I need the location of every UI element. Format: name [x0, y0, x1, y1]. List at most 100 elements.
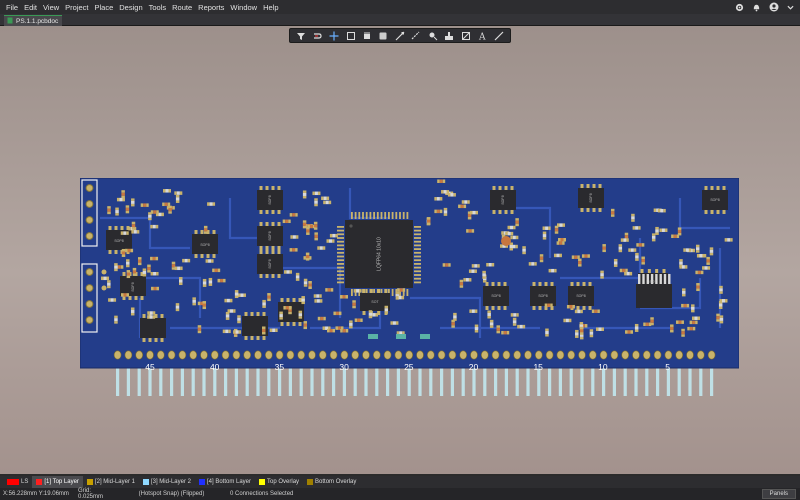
- selection-status: 0 Connections Selected: [230, 491, 294, 497]
- layer-tab-4[interactable]: [3] Mid-Layer 2: [139, 476, 195, 488]
- qfp-pin: [388, 212, 390, 219]
- via-icon[interactable]: [411, 30, 422, 41]
- component-body: [202, 281, 207, 285]
- component-body: [696, 285, 700, 289]
- component-pad: [113, 298, 117, 302]
- document-tab-bar: PS.1.1.pcbdoc: [0, 14, 800, 26]
- layer-tab-3[interactable]: [2] Mid-Layer 1: [83, 476, 139, 488]
- component-body: [635, 255, 639, 259]
- passive-component: [539, 254, 544, 263]
- component-body: [267, 295, 271, 299]
- component-icon[interactable]: [362, 30, 373, 41]
- menu-item-file[interactable]: File: [3, 3, 21, 12]
- passive-component: [282, 219, 291, 224]
- rectangle-select-icon[interactable]: [345, 30, 356, 41]
- component-pad: [482, 270, 486, 274]
- crosshair-icon[interactable]: [329, 30, 340, 41]
- component-pad: [620, 238, 624, 242]
- gear-icon[interactable]: [734, 2, 745, 13]
- component-pad: [131, 221, 136, 225]
- chip-pin: [586, 184, 590, 188]
- component-body: [240, 293, 244, 297]
- layer-tab-1[interactable]: LS: [3, 476, 32, 488]
- edge-pad: [189, 350, 197, 360]
- status-bar: X:56.228mm Y:19.06mm Grid: 0.025mm (Hots…: [0, 488, 800, 500]
- component-body: [464, 200, 468, 204]
- component-body: [127, 248, 131, 253]
- layer-tab-2[interactable]: [1] Top Layer: [32, 476, 83, 488]
- component-pad: [106, 276, 110, 281]
- region-icon[interactable]: [378, 30, 389, 41]
- copper-icon[interactable]: [444, 30, 455, 41]
- chip-pin: [598, 208, 602, 212]
- component-body: [622, 268, 626, 273]
- component-pad: [550, 303, 553, 308]
- layer-tab-6[interactable]: Top Overlay: [255, 476, 303, 488]
- component-body: [226, 298, 230, 303]
- menu-item-tools[interactable]: Tools: [146, 3, 170, 12]
- component-pad: [314, 237, 318, 241]
- chip-pin: [722, 210, 726, 214]
- component-body: [342, 295, 346, 299]
- component-pad: [126, 293, 129, 297]
- component-pad: [706, 256, 710, 260]
- chip-pin: [538, 282, 542, 286]
- layer-tab-7[interactable]: Bottom Overlay: [303, 476, 360, 488]
- passive-component: [237, 315, 241, 324]
- component-pad: [302, 225, 307, 229]
- passive-component: [628, 248, 637, 252]
- chip-pin: [250, 336, 254, 340]
- menu-item-design[interactable]: Design: [116, 3, 145, 12]
- chevron-down-icon[interactable]: [785, 2, 796, 13]
- edge-pad: [426, 350, 435, 360]
- component-body: [522, 248, 526, 252]
- menu-item-project[interactable]: Project: [62, 3, 91, 12]
- component-pad: [275, 328, 278, 333]
- component-pad: [641, 243, 645, 247]
- passive-component: [179, 277, 183, 286]
- component-pad: [572, 304, 575, 309]
- component-body: [164, 202, 168, 207]
- layer-tab-5[interactable]: [4] Bottom Layer: [195, 476, 255, 488]
- bell-icon[interactable]: [751, 2, 762, 13]
- passive-component: [107, 206, 111, 215]
- component-body: [472, 210, 476, 215]
- passive-component: [434, 209, 443, 214]
- menu-item-place[interactable]: Place: [92, 3, 117, 12]
- passive-component: [308, 281, 312, 290]
- polygon-icon[interactable]: [460, 30, 471, 41]
- menu-item-view[interactable]: View: [40, 3, 62, 12]
- filter-icon[interactable]: [296, 30, 307, 41]
- component-pad: [335, 326, 338, 330]
- component-pad: [545, 334, 549, 337]
- chip-pin: [194, 230, 198, 234]
- menu-item-window[interactable]: Window: [227, 3, 260, 12]
- edge-pad: [642, 350, 651, 360]
- user-icon[interactable]: [768, 2, 779, 13]
- pcb-board[interactable]: 45 40 35 30 25 20 15 10 5 LQFP64 10x10 SOP8 SOP8 SOP…: [80, 178, 739, 396]
- text-icon[interactable]: A: [477, 30, 488, 41]
- route-icon[interactable]: [312, 30, 323, 41]
- menu-item-reports[interactable]: Reports: [195, 3, 227, 12]
- component-pad: [633, 248, 637, 252]
- menu-item-route[interactable]: Route: [169, 3, 195, 12]
- interactive-route-icon[interactable]: [394, 30, 405, 41]
- component-pad: [212, 268, 215, 273]
- component-body: [482, 273, 486, 277]
- component-pad: [390, 321, 393, 325]
- line-icon[interactable]: [493, 30, 504, 41]
- document-tab[interactable]: PS.1.1.pcbdoc: [4, 15, 63, 26]
- pad-icon[interactable]: [427, 30, 438, 41]
- chip-pin: [200, 230, 204, 234]
- menu-item-help[interactable]: Help: [260, 3, 281, 12]
- menu-item-edit[interactable]: Edit: [21, 3, 40, 12]
- component-pad: [506, 330, 510, 335]
- component-body: [515, 220, 519, 224]
- component-pad: [323, 200, 326, 205]
- panels-button[interactable]: Panels: [761, 489, 796, 499]
- passive-component: [702, 266, 711, 270]
- component-pad: [650, 322, 654, 326]
- chip-pin: [259, 186, 263, 190]
- passive-component: [631, 213, 635, 222]
- chip-pin: [280, 298, 284, 302]
